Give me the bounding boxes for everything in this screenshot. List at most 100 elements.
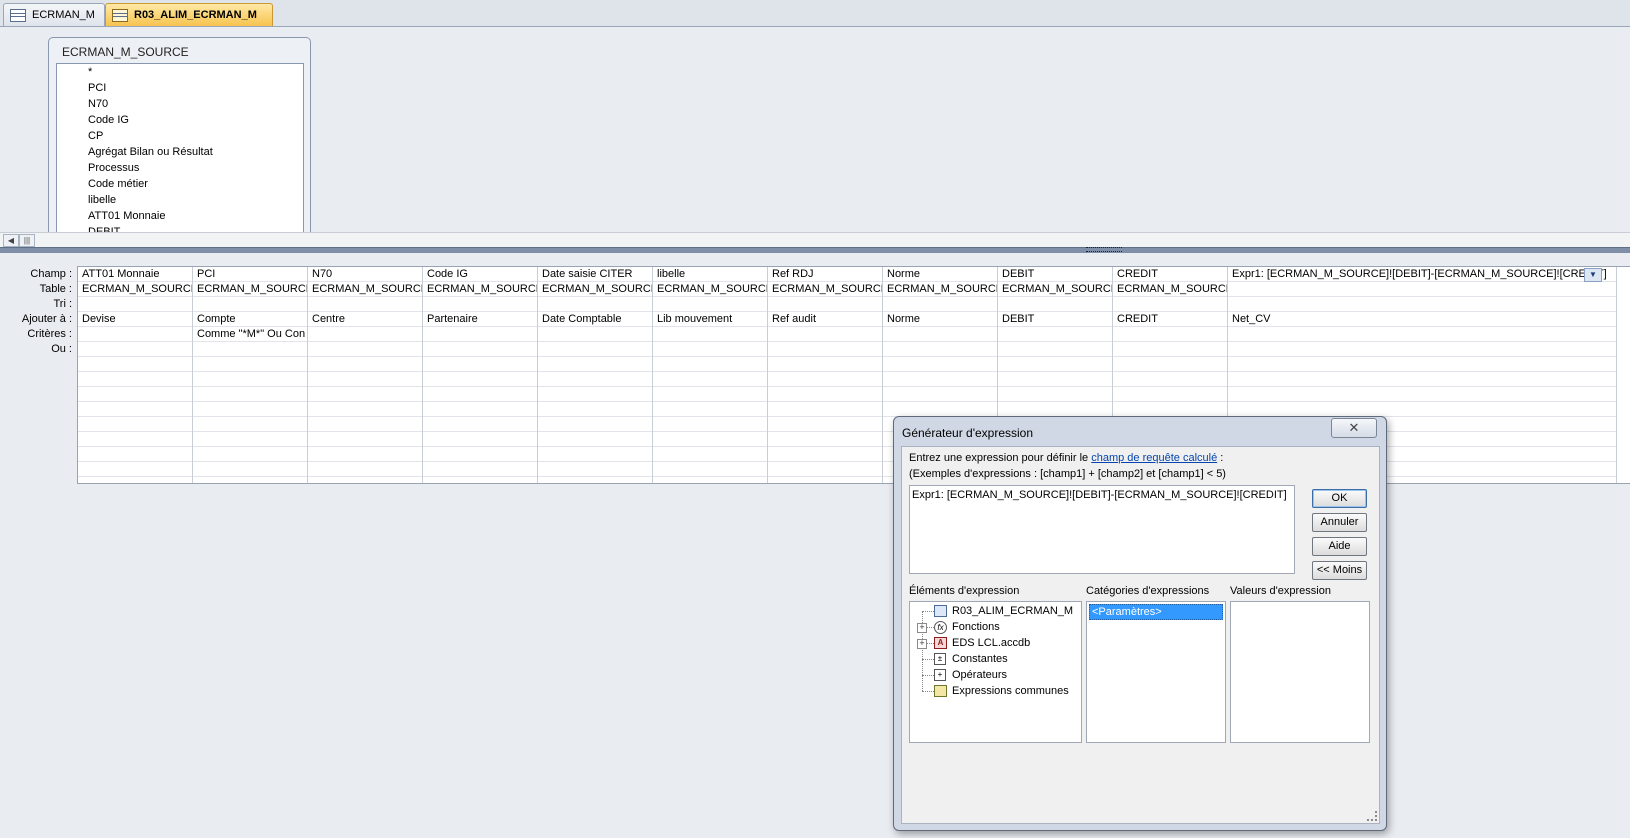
grid-cell-table[interactable]: ECRMAN_M_SOURCE (538, 282, 652, 297)
tab-r03-alim-ecrman-m[interactable]: R03_ALIM_ECRMAN_M (105, 3, 273, 26)
grid-cell-or[interactable] (538, 342, 652, 357)
grid-cell-empty[interactable] (308, 357, 422, 372)
grid-cell-empty[interactable] (768, 432, 882, 447)
grid-cell-empty[interactable] (653, 447, 767, 462)
grid-cell-empty[interactable] (538, 432, 652, 447)
grid-cell-empty[interactable] (653, 402, 767, 417)
grid-cell-criteria[interactable] (78, 327, 192, 342)
grid-cell-empty[interactable] (653, 417, 767, 432)
grid-cell-empty[interactable] (193, 432, 307, 447)
grid-cell-table[interactable]: ECRMAN_M_SOURCE (78, 282, 192, 297)
grid-cell-table[interactable]: ECRMAN_M_SOURCE (423, 282, 537, 297)
grid-cell-table[interactable]: ECRMAN_M_SOURCE (1113, 282, 1227, 297)
grid-cell-criteria[interactable] (1113, 327, 1227, 342)
grid-cell-sort[interactable] (883, 297, 997, 312)
grid-cell-or[interactable] (78, 342, 192, 357)
grid-cell-or[interactable] (1113, 342, 1227, 357)
grid-cell-sort[interactable] (423, 297, 537, 312)
grid-cell-append[interactable]: Devise (78, 312, 192, 327)
field-list-item[interactable]: * (57, 64, 303, 80)
grid-cell-empty[interactable] (1113, 372, 1227, 387)
grid-cell-empty[interactable] (883, 402, 997, 417)
tree-item[interactable]: Expressions communes (910, 683, 1081, 699)
grid-cell-or[interactable] (1228, 342, 1616, 357)
grid-cell-or[interactable] (998, 342, 1112, 357)
grid-cell-field[interactable]: ATT01 Monnaie (78, 267, 192, 282)
field-list-item[interactable]: Processus (57, 160, 303, 176)
grid-cell-empty[interactable] (423, 372, 537, 387)
grid-cell-append[interactable]: Norme (883, 312, 997, 327)
cancel-button[interactable]: Annuler (1312, 513, 1367, 532)
grid-cell-empty[interactable] (1228, 372, 1616, 387)
grid-cell-empty[interactable] (538, 447, 652, 462)
grid-cell-empty[interactable] (998, 357, 1112, 372)
grid-cell-or[interactable] (883, 342, 997, 357)
grid-cell-table[interactable]: ECRMAN_M_SOURCE (768, 282, 882, 297)
grid-cell-criteria[interactable] (538, 327, 652, 342)
grid-cell-append[interactable]: Date Comptable (538, 312, 652, 327)
grid-cell-empty[interactable] (768, 447, 882, 462)
grid-cell-append[interactable]: CREDIT (1113, 312, 1227, 327)
field-list-window[interactable]: ECRMAN_M_SOURCE * PCI N70 Code IG CP Agr… (48, 37, 311, 234)
grid-cell-empty[interactable] (883, 372, 997, 387)
grid-cell-empty[interactable] (78, 402, 192, 417)
grid-cell-empty[interactable] (308, 372, 422, 387)
close-icon[interactable]: ✕ (1331, 418, 1377, 438)
grid-cell-empty[interactable] (78, 372, 192, 387)
less-button[interactable]: << Moins (1312, 561, 1367, 580)
grid-cell-sort[interactable] (653, 297, 767, 312)
grid-cell-empty[interactable] (538, 402, 652, 417)
grid-cell-empty[interactable] (78, 447, 192, 462)
grid-cell-empty[interactable] (653, 387, 767, 402)
grid-cell-field[interactable]: DEBIT (998, 267, 1112, 282)
field-list-item[interactable]: Code IG (57, 112, 303, 128)
grid-cell-field[interactable]: libelle (653, 267, 767, 282)
grid-cell-empty[interactable] (538, 387, 652, 402)
grid-cell-empty[interactable] (308, 432, 422, 447)
tab-ecrman-m[interactable]: ECRMAN_M (3, 3, 105, 26)
grid-cell-field[interactable]: Expr1: [ECRMAN_M_SOURCE]![DEBIT]-[ECRMAN… (1228, 267, 1616, 282)
field-list-item[interactable]: libelle (57, 192, 303, 208)
grid-cell-empty[interactable] (308, 387, 422, 402)
grid-cell-empty[interactable] (653, 462, 767, 477)
field-list-item[interactable]: N70 (57, 96, 303, 112)
expand-icon[interactable]: + (917, 623, 927, 633)
grid-cell-empty[interactable] (193, 462, 307, 477)
grid-cell-criteria[interactable] (1228, 327, 1616, 342)
grid-cell-empty[interactable] (423, 387, 537, 402)
grid-cell-criteria[interactable] (308, 327, 422, 342)
grid-cell-table[interactable]: ECRMAN_M_SOURCE (998, 282, 1112, 297)
grid-cell-criteria[interactable] (423, 327, 537, 342)
grid-cell-criteria[interactable] (998, 327, 1112, 342)
grid-cell-empty[interactable] (78, 432, 192, 447)
grid-cell-field[interactable]: N70 (308, 267, 422, 282)
grid-cell-empty[interactable] (883, 387, 997, 402)
tree-item[interactable]: + A EDS LCL.accdb (910, 635, 1081, 651)
grid-cell-empty[interactable] (538, 462, 652, 477)
tree-item[interactable]: ± Constantes (910, 651, 1081, 667)
grid-cell-sort[interactable] (768, 297, 882, 312)
field-list-item[interactable]: CP (57, 128, 303, 144)
grid-cell-empty[interactable] (423, 417, 537, 432)
tree-item[interactable]: R03_ALIM_ECRMAN_M (910, 603, 1081, 619)
grid-cell-or[interactable] (768, 342, 882, 357)
category-item-selected[interactable]: <Paramètres> (1089, 604, 1223, 620)
grid-cell-empty[interactable] (1228, 357, 1616, 372)
grid-cell-empty[interactable] (423, 432, 537, 447)
grid-cell-empty[interactable] (78, 417, 192, 432)
grid-cell-empty[interactable] (768, 387, 882, 402)
grid-cell-empty[interactable] (423, 462, 537, 477)
grid-cell-empty[interactable] (193, 447, 307, 462)
grid-cell-empty[interactable] (768, 372, 882, 387)
grid-cell-empty[interactable] (653, 357, 767, 372)
grid-cell-or[interactable] (423, 342, 537, 357)
grid-cell-table[interactable]: ECRMAN_M_SOURCE (193, 282, 307, 297)
grid-cell-append[interactable]: Lib mouvement (653, 312, 767, 327)
grid-cell-empty[interactable] (423, 402, 537, 417)
grid-cell-append[interactable]: Net_CV (1228, 312, 1616, 327)
grid-cell-sort[interactable] (1113, 297, 1227, 312)
categories-list[interactable]: <Paramètres> (1086, 601, 1226, 743)
scroll-left-icon[interactable]: ◀ (3, 234, 19, 247)
tree-item[interactable]: + Opérateurs (910, 667, 1081, 683)
field-list-item[interactable]: Agrégat Bilan ou Résultat (57, 144, 303, 160)
